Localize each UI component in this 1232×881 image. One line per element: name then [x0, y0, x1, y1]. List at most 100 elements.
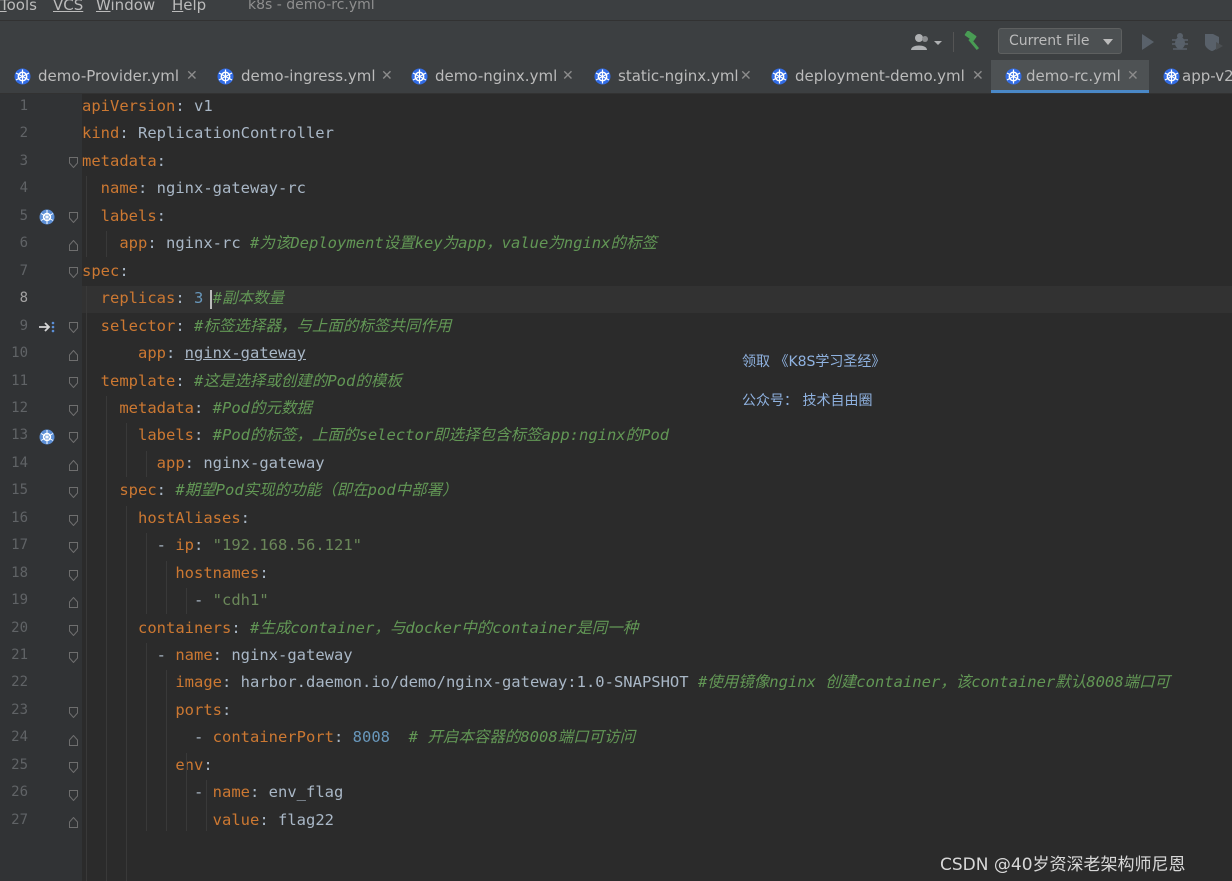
user-account-icon[interactable]	[910, 33, 944, 51]
code-line[interactable]: ports:	[82, 697, 231, 724]
line-number[interactable]: 3	[0, 148, 28, 175]
line-number[interactable]: 4	[0, 175, 28, 202]
line-number[interactable]: 22	[0, 669, 28, 696]
line-number[interactable]: 5	[0, 203, 28, 230]
fold-close-icon[interactable]	[69, 597, 78, 608]
run-configuration-select[interactable]: Current File	[998, 28, 1122, 54]
fold-open-icon[interactable]	[69, 405, 78, 416]
fold-open-icon[interactable]	[69, 322, 78, 333]
line-number[interactable]: 21	[0, 642, 28, 669]
close-icon[interactable]: ✕	[186, 60, 198, 93]
line-number[interactable]: 12	[0, 395, 28, 422]
fold-close-icon[interactable]	[69, 817, 78, 828]
fold-open-icon[interactable]	[69, 487, 78, 498]
run-icon[interactable]	[1142, 34, 1154, 50]
line-number[interactable]: 23	[0, 697, 28, 724]
line-number[interactable]: 26	[0, 779, 28, 806]
close-icon[interactable]: ✕	[1127, 60, 1139, 93]
code-line[interactable]: selector: #标签选择器，与上面的标签共同作用	[82, 313, 452, 340]
code-line[interactable]: spec:	[82, 258, 129, 285]
kubernetes-gutter-icon[interactable]	[38, 428, 56, 446]
line-number[interactable]: 13	[0, 422, 28, 449]
line-number[interactable]: 2	[0, 120, 28, 147]
code-line[interactable]: app: nginx-rc #为该Deployment设置key为app，val…	[82, 230, 657, 257]
code-line[interactable]: - name: nginx-gateway	[82, 642, 353, 669]
code-line[interactable]: app: nginx-gateway	[82, 340, 306, 367]
code-line[interactable]: metadata:	[82, 148, 166, 175]
code-line[interactable]: hostnames:	[82, 560, 268, 587]
close-icon[interactable]: ✕	[972, 60, 984, 93]
code-line[interactable]: labels:	[82, 203, 166, 230]
line-number[interactable]: 8	[0, 285, 28, 312]
code-line[interactable]: - containerPort: 8008 # 开启本容器的8008端口可访问	[82, 724, 635, 751]
fold-open-icon[interactable]	[69, 625, 78, 636]
menu-window[interactable]: Window	[96, 0, 155, 13]
line-number[interactable]: 1	[0, 93, 28, 120]
tab-demo-nginx[interactable]: demo-nginx.yml ✕	[397, 60, 580, 93]
line-number[interactable]: 20	[0, 615, 28, 642]
coverage-icon[interactable]	[1202, 32, 1224, 52]
line-number[interactable]: 18	[0, 560, 28, 587]
line-number[interactable]: 17	[0, 532, 28, 559]
code-line[interactable]: - ip: "192.168.56.121"	[82, 532, 362, 559]
line-number[interactable]: 24	[0, 724, 28, 751]
line-number[interactable]: 11	[0, 368, 28, 395]
close-icon[interactable]: ✕	[740, 60, 752, 93]
code-line[interactable]: app: nginx-gateway	[82, 450, 325, 477]
code-editor[interactable]: 1 apiVersion: v1 2 kind: ReplicationControl…	[0, 94, 1232, 881]
kubernetes-gutter-icon[interactable]	[38, 208, 56, 226]
fold-open-icon[interactable]	[69, 157, 78, 168]
code-line[interactable]: kind: ReplicationController	[82, 120, 334, 147]
fold-open-icon[interactable]	[69, 432, 78, 443]
fold-open-icon[interactable]	[69, 212, 78, 223]
code-line[interactable]: metadata: #Pod的元数据	[82, 395, 312, 422]
line-number[interactable]: 25	[0, 752, 28, 779]
code-line[interactable]: - "cdh1"	[82, 587, 269, 614]
debug-icon[interactable]	[1170, 32, 1190, 52]
code-line[interactable]: image: harbor.daemon.io/demo/nginx-gatew…	[82, 669, 1170, 696]
line-number[interactable]: 9	[0, 313, 28, 340]
tab-demo-provider[interactable]: demo-Provider.yml ✕	[0, 60, 203, 93]
code-line[interactable]: containers: #生成container，与docker中的contai…	[82, 615, 638, 642]
fold-open-icon[interactable]	[69, 542, 78, 553]
fold-open-icon[interactable]	[69, 377, 78, 388]
fold-close-icon[interactable]	[69, 735, 78, 746]
menu-tools[interactable]: Tools	[0, 0, 37, 13]
menu-help[interactable]: Help	[172, 0, 206, 13]
close-icon[interactable]: ✕	[562, 60, 574, 93]
line-number[interactable]: 15	[0, 477, 28, 504]
tab-demo-rc[interactable]: demo-rc.yml ✕	[991, 60, 1149, 93]
code-line[interactable]: apiVersion: v1	[82, 93, 213, 120]
menu-vcs[interactable]: VCS	[53, 0, 83, 13]
navigate-arrow-icon[interactable]	[38, 318, 56, 336]
fold-open-icon[interactable]	[69, 515, 78, 526]
line-number[interactable]: 14	[0, 450, 28, 477]
fold-open-icon[interactable]	[69, 790, 78, 801]
code-line[interactable]: template: #这是选择或创建的Pod的模板	[82, 368, 402, 395]
fold-open-icon[interactable]	[69, 762, 78, 773]
line-number[interactable]: 7	[0, 258, 28, 285]
code-line[interactable]: - name: env_flag	[82, 779, 343, 806]
tab-app-v2[interactable]: app-v2	[1149, 60, 1232, 93]
fold-open-icon[interactable]	[69, 707, 78, 718]
tab-static-nginx[interactable]: static-nginx.yml ✕	[580, 60, 757, 93]
line-number[interactable]: 16	[0, 505, 28, 532]
code-line[interactable]: labels: #Pod的标签，上面的selector即选择包含标签app:ng…	[82, 422, 669, 449]
line-number[interactable]: 10	[0, 340, 28, 367]
fold-open-icon[interactable]	[69, 267, 78, 278]
line-number[interactable]: 6	[0, 230, 28, 257]
code-line[interactable]: spec: #期望Pod实现的功能（即在pod中部署）	[82, 477, 457, 504]
code-line[interactable]: env:	[82, 752, 212, 779]
hammer-icon[interactable]	[963, 31, 985, 51]
code-line[interactable]: replicas: 3 #副本数量	[82, 285, 284, 312]
fold-close-icon[interactable]	[69, 460, 78, 471]
fold-open-icon[interactable]	[69, 570, 78, 581]
line-number[interactable]: 27	[0, 807, 28, 834]
tab-demo-ingress[interactable]: demo-ingress.yml ✕	[203, 60, 397, 93]
code-line[interactable]: name: nginx-gateway-rc	[82, 175, 306, 202]
close-icon[interactable]: ✕	[381, 60, 393, 93]
line-number[interactable]: 19	[0, 587, 28, 614]
fold-close-icon[interactable]	[69, 350, 78, 361]
fold-close-icon[interactable]	[69, 240, 78, 251]
code-line[interactable]: value: flag22	[82, 807, 334, 834]
